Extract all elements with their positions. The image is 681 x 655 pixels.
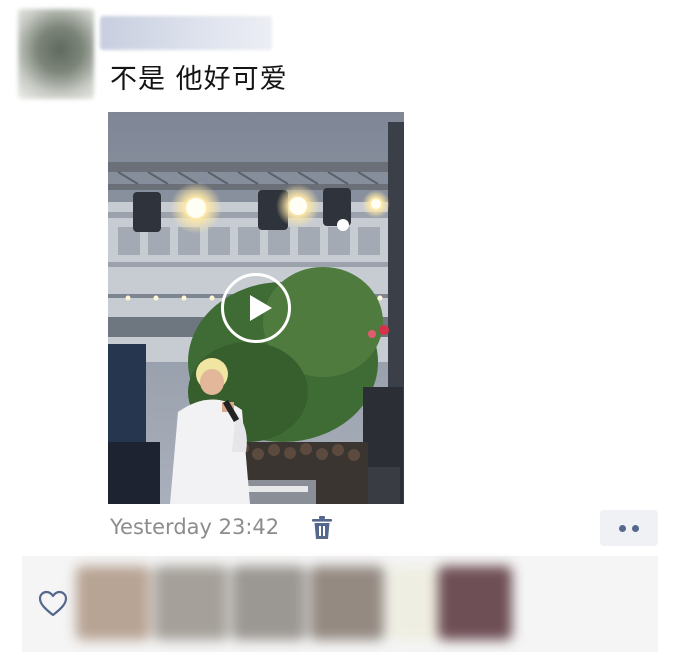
more-options-button[interactable] [600, 510, 658, 546]
avatar[interactable] [232, 566, 306, 640]
liked-by-avatars-redacted [72, 562, 516, 644]
avatar[interactable] [154, 566, 228, 640]
post-text: 不是 他好可爱 [110, 64, 288, 95]
trash-icon[interactable] [311, 516, 333, 540]
play-button[interactable] [221, 273, 291, 343]
heart-outline-icon[interactable] [38, 590, 68, 617]
poster-avatar[interactable] [18, 9, 94, 99]
poster-name-redacted[interactable] [100, 16, 272, 50]
avatar[interactable] [76, 566, 150, 640]
avatar[interactable] [438, 566, 512, 640]
avatar[interactable] [310, 566, 384, 640]
post-timestamp: Yesterday 23:42 [110, 515, 280, 539]
